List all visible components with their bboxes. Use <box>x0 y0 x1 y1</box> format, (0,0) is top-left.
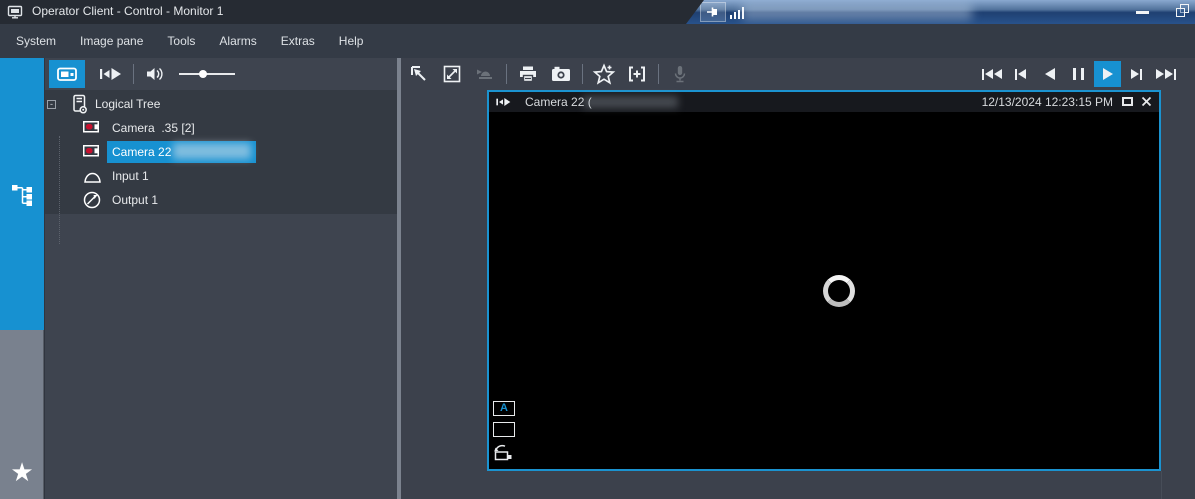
toolbar-separator <box>133 64 134 84</box>
fast-forward-button[interactable] <box>1152 61 1179 87</box>
tree-item-label: Input 1 <box>112 169 149 183</box>
alarm-icon <box>473 62 497 86</box>
maximize-pane-button[interactable] <box>440 62 464 86</box>
image-pane-icon <box>57 67 77 81</box>
titlebar-blue-region <box>686 0 1195 24</box>
play-backward-button[interactable] <box>1036 61 1063 87</box>
operator-client-window: Operator Client - Control - Monitor 1 Sy… <box>0 0 1195 499</box>
add-bookmark-button[interactable] <box>625 62 649 86</box>
app-monitor-icon <box>7 4 23 25</box>
tree-structure-icon <box>12 185 32 206</box>
tree-expander[interactable]: - <box>47 100 56 109</box>
step-back-button[interactable] <box>1007 61 1034 87</box>
tree-root-label: Logical Tree <box>95 97 161 111</box>
tree-root-row[interactable]: - Logical Tree <box>45 92 397 116</box>
tab-logical-tree[interactable] <box>0 58 44 330</box>
print-button[interactable] <box>516 62 540 86</box>
image-window-area: Camera 22 ( 12/13/2024 12:23:15 PM A <box>401 58 1195 499</box>
instant-playback-button[interactable] <box>95 62 125 86</box>
camera-icon <box>83 145 102 160</box>
playback-controls <box>978 61 1179 87</box>
loading-spinner <box>823 275 855 307</box>
pane-title-redacted-text <box>583 96 678 108</box>
overlay-a-label: A <box>500 402 508 414</box>
frame-toggle-icon[interactable] <box>493 422 515 437</box>
toolbar-separator <box>506 64 507 84</box>
image-pane-header[interactable]: Camera 22 ( 12/13/2024 12:23:15 PM <box>489 92 1159 112</box>
pause-button[interactable] <box>1065 61 1092 87</box>
instant-playback-icon <box>100 68 121 80</box>
camera-replay-icon[interactable] <box>493 443 515 461</box>
tree-item-input-1[interactable]: Input 1 <box>45 164 397 188</box>
speaker-button[interactable] <box>142 62 168 86</box>
pane-edge-line <box>1161 471 1162 499</box>
tree-item-label: Output 1 <box>112 193 159 207</box>
snapshot-button[interactable] <box>549 62 573 86</box>
titlebar: Operator Client - Control - Monitor 1 <box>0 0 1195 24</box>
pane-maximize-icon[interactable] <box>1122 97 1133 106</box>
menubar: System Image pane Tools Alarms Extras He… <box>0 24 1195 58</box>
minimize-icon[interactable] <box>1136 11 1149 14</box>
camera-icon <box>83 121 102 136</box>
menu-alarms[interactable]: Alarms <box>207 25 268 57</box>
step-forward-button[interactable] <box>1123 61 1150 87</box>
toolbar-separator <box>658 64 659 84</box>
show-image-pane-button[interactable] <box>49 60 85 88</box>
instant-playback-icon[interactable] <box>495 96 511 108</box>
pane-timestamp: 12/13/2024 12:23:15 PM <box>981 95 1113 109</box>
menu-extras[interactable]: Extras <box>269 25 327 57</box>
tab-favorites[interactable]: ★ <box>0 330 44 499</box>
toolbar-separator <box>582 64 583 84</box>
sidebar-tabstrip: ★ <box>0 58 45 499</box>
fast-rewind-button[interactable] <box>978 61 1005 87</box>
add-favorite-button[interactable] <box>592 62 616 86</box>
play-button[interactable] <box>1094 61 1121 87</box>
tree-item-camera-22[interactable]: Camera 22 <box>45 140 397 164</box>
pane-close-icon[interactable] <box>1141 96 1152 107</box>
text-overlay-toggle-icon[interactable]: A <box>493 401 515 416</box>
pane-overlay-buttons: A <box>493 401 515 461</box>
video-image-pane[interactable]: Camera 22 ( 12/13/2024 12:23:15 PM A <box>487 90 1161 471</box>
pin-icon[interactable] <box>700 2 726 22</box>
tree-item-label: Camera .35 [2] <box>112 121 195 135</box>
tree-item-label: Camera 22 <box>112 145 175 159</box>
tree-panel-toolbar <box>45 58 397 90</box>
logical-tree-panel: - Logical Tree Camera .35 [2] Camera 22 … <box>45 58 397 499</box>
titlebar-redacted-text <box>742 3 972 20</box>
star-icon: ★ <box>10 457 34 487</box>
window-title: Operator Client - Control - Monitor 1 <box>32 4 224 18</box>
main-toolbar <box>407 58 692 90</box>
menu-help[interactable]: Help <box>327 25 376 57</box>
menu-tools[interactable]: Tools <box>155 25 207 57</box>
restore-icon[interactable] <box>1176 4 1189 17</box>
volume-slider[interactable] <box>179 70 235 78</box>
microphone-icon <box>668 62 692 86</box>
volume-slider-thumb[interactable] <box>199 70 207 78</box>
menu-system[interactable]: System <box>4 25 68 57</box>
tree-item-output-1[interactable]: Output 1 <box>45 188 397 212</box>
logical-tree-icon <box>69 94 89 117</box>
tree-item-redacted-text <box>173 143 251 159</box>
output-icon <box>83 191 101 212</box>
speaker-icon <box>147 67 163 81</box>
logical-tree: - Logical Tree Camera .35 [2] Camera 22 … <box>45 90 397 244</box>
image-pane-title: Camera 22 ( <box>525 95 592 109</box>
input-icon <box>83 171 102 187</box>
arrange-panes-button[interactable] <box>407 62 431 86</box>
tree-item-camera-35[interactable]: Camera .35 [2] <box>45 116 397 140</box>
menu-image-pane[interactable]: Image pane <box>68 25 155 57</box>
